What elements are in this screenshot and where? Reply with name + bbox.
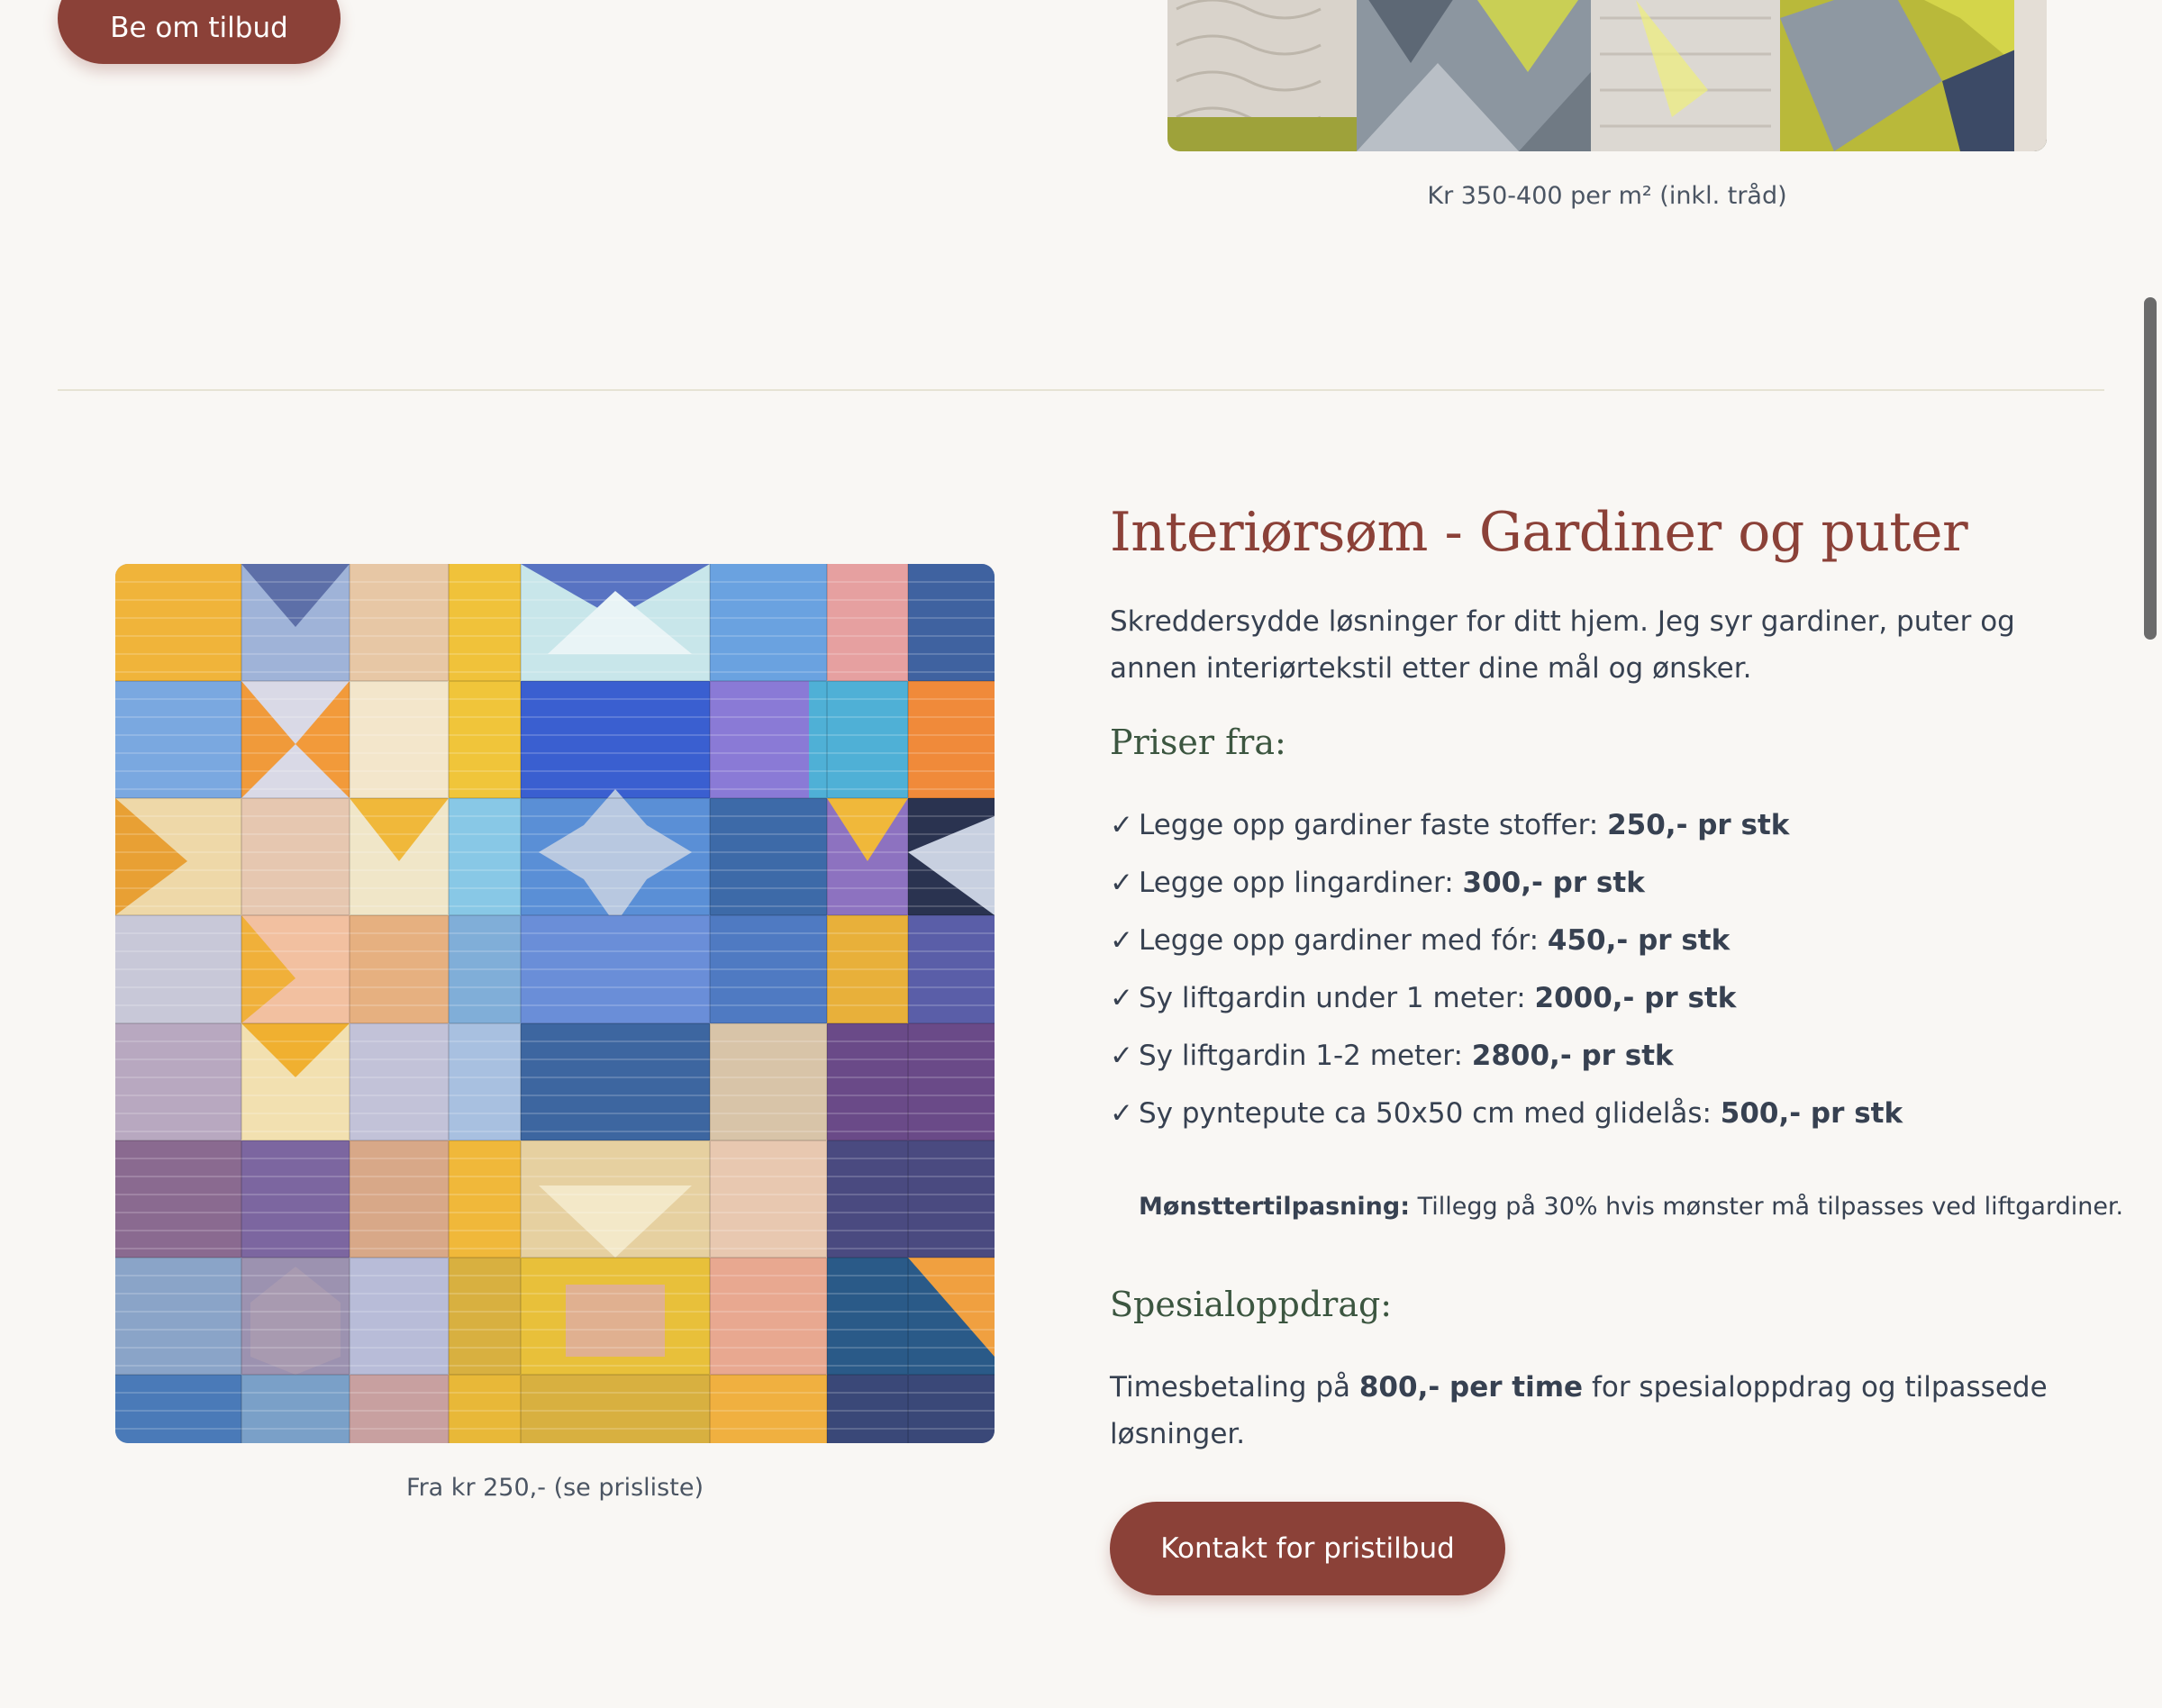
image-caption-main: Fra kr 250,- (se prisliste) — [406, 1474, 704, 1502]
section-divider — [58, 389, 2104, 391]
price-value: 2000,- pr stk — [1534, 982, 1737, 1014]
special-description: Timesbetaling på 800,- per time for spes… — [1110, 1364, 2065, 1458]
price-item: ✓ Sy pyntepute ca 50x50 cm med glidelås: … — [1110, 1090, 1903, 1148]
price-label: Legge opp lingardiner: — [1138, 867, 1454, 899]
quilt-image-main — [115, 564, 995, 1443]
price-value: 300,- pr stk — [1462, 867, 1645, 899]
special-heading: Spesialoppdrag: — [1110, 1285, 1393, 1324]
quote-button[interactable]: Be om tilbud — [58, 0, 341, 64]
price-value: 250,- pr stk — [1607, 809, 1790, 841]
price-item: ✓ Legge opp gardiner med fór: 450,- pr st… — [1110, 917, 1903, 975]
price-item: ✓ Legge opp gardiner faste stoffer: 250,-… — [1110, 802, 1903, 859]
price-list: ✓ Legge opp gardiner faste stoffer: 250,-… — [1110, 802, 1903, 1148]
section-description: Skreddersydde løsninger for ditt hjem. J… — [1110, 605, 2015, 685]
price-item: ✓ Legge opp lingardiner: 300,- pr stk — [1110, 859, 1903, 917]
special-prefix: Timesbetaling på — [1110, 1371, 1350, 1404]
check-icon: ✓ — [1110, 982, 1133, 1014]
quilt-image-top — [1167, 0, 2047, 151]
price-label: Legge opp gardiner faste stoffer: — [1138, 809, 1599, 841]
note-text: Tillegg på 30% hvis mønster må tilpasses… — [1417, 1193, 2124, 1221]
section-title: Interiørsøm - Gardiner og puter — [1110, 501, 1968, 564]
price-item: ✓ Sy liftgardin under 1 meter: 2000,- pr … — [1110, 975, 1903, 1032]
prices-heading: Priser fra: — [1110, 722, 1286, 762]
contact-button[interactable]: Kontakt for pristilbud — [1110, 1502, 1505, 1595]
check-icon: ✓ — [1110, 867, 1133, 899]
scrollbar-thumb[interactable] — [2144, 297, 2157, 640]
pattern-note: Mønsttertilpasning: Tillegg på 30% hvis … — [1139, 1193, 2123, 1221]
price-label: Sy liftgardin 1-2 meter: — [1138, 1040, 1463, 1072]
check-icon: ✓ — [1110, 924, 1133, 957]
check-icon: ✓ — [1110, 1040, 1133, 1072]
price-label: Sy pyntepute ca 50x50 cm med glidelås: — [1138, 1097, 1712, 1130]
special-price: 800,- per time — [1358, 1371, 1584, 1404]
price-item: ✓ Sy liftgardin 1-2 meter: 2800,- pr stk — [1110, 1032, 1903, 1090]
check-icon: ✓ — [1110, 809, 1133, 841]
note-label: Mønsttertilpasning: — [1139, 1193, 1411, 1221]
price-value: 450,- pr stk — [1547, 924, 1731, 957]
price-label: Legge opp gardiner med fór: — [1138, 924, 1540, 957]
price-value: 2800,- pr stk — [1471, 1040, 1674, 1072]
price-label: Sy liftgardin under 1 meter: — [1138, 982, 1526, 1014]
check-icon: ✓ — [1110, 1097, 1133, 1130]
image-caption-top: Kr 350-400 per m² (inkl. tråd) — [1427, 182, 1787, 210]
price-value: 500,- pr stk — [1720, 1097, 1903, 1130]
